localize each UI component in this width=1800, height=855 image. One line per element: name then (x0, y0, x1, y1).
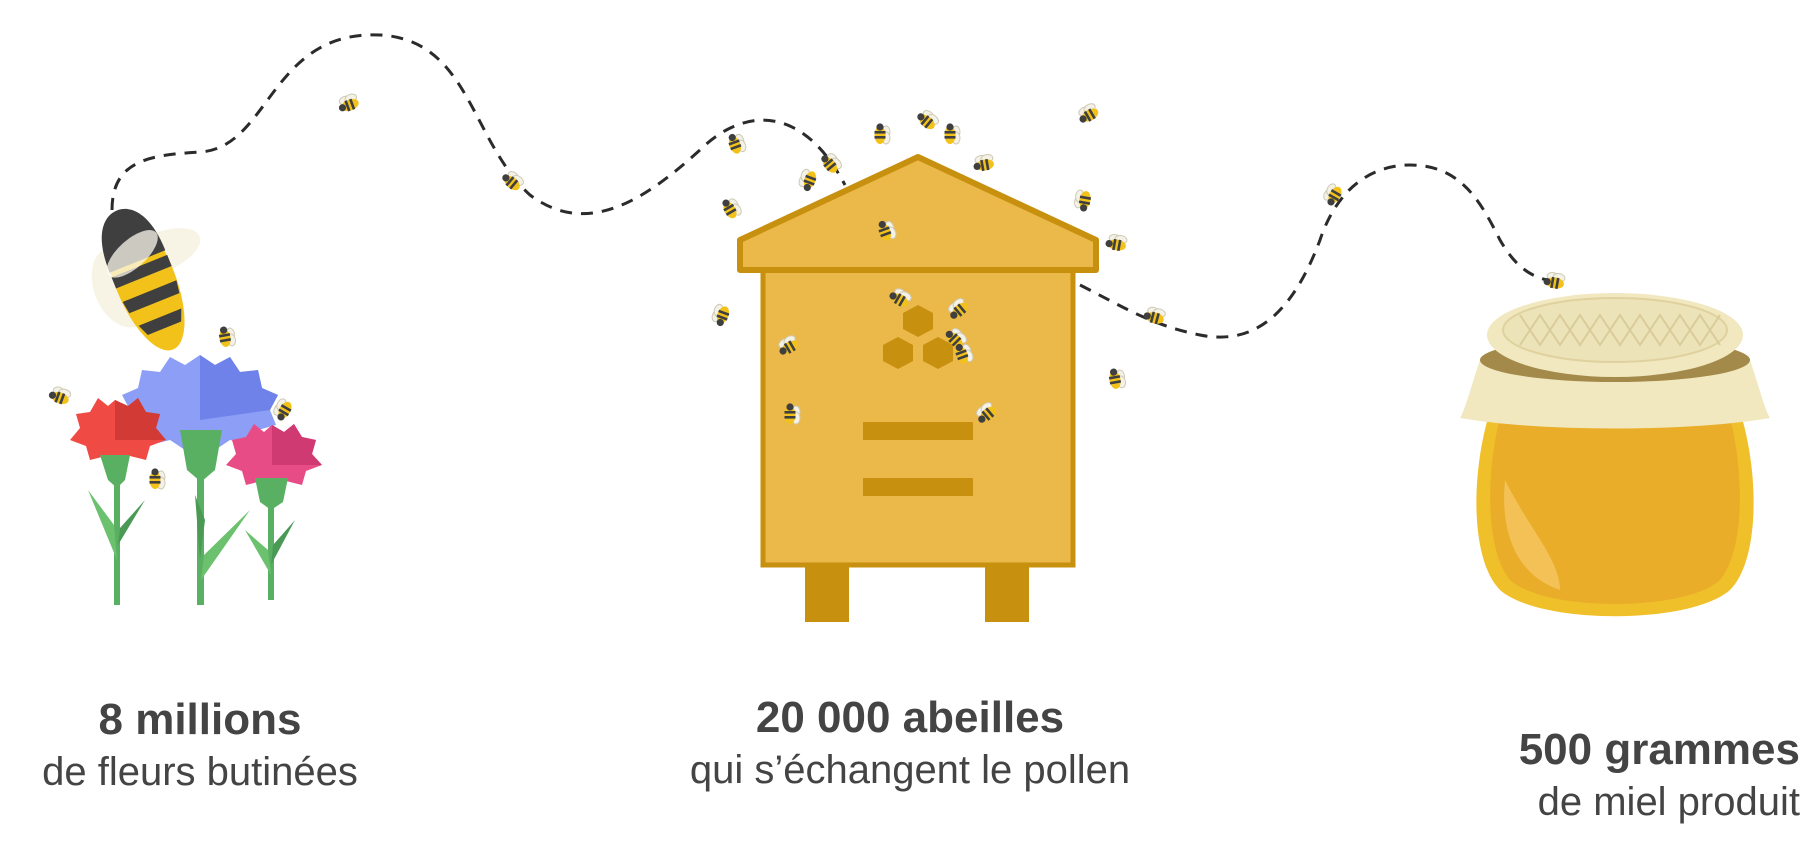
bee-icon (1141, 304, 1167, 327)
bee-icon (1104, 232, 1129, 253)
bee-icon (46, 384, 73, 407)
stat-value: 8 millions (98, 695, 302, 744)
beehive-icon (737, 154, 1099, 622)
stat-value: 500 grammes (1518, 725, 1800, 774)
bee-icon (335, 92, 361, 115)
bee-icon (217, 324, 237, 349)
bee-icon (1542, 270, 1567, 291)
stat-description: de miel produit (1537, 780, 1800, 824)
bee-icon (725, 130, 748, 156)
stat-description: de fleurs butinées (42, 750, 358, 794)
bee-icon (1074, 101, 1102, 127)
bee-icon (718, 194, 744, 222)
bee-icon (1072, 188, 1093, 213)
bee-icon (914, 106, 941, 133)
bee-icon (149, 467, 166, 490)
bee-icon (784, 402, 801, 425)
bee-icon (1320, 181, 1345, 209)
flower-bouquet-icon (70, 355, 322, 605)
stat-honey: 500 grammes de miel produit (1420, 722, 1800, 827)
bee-icon (91, 208, 201, 351)
bee-icon (499, 167, 526, 194)
stat-value: 20 000 abeilles (755, 693, 1065, 742)
bee-icon (944, 122, 961, 145)
stat-flowers: 8 millions de fleurs butinées (0, 692, 400, 797)
bee-icon (817, 149, 844, 176)
stat-bees: 20 000 abeilles qui s’échangent le polle… (600, 690, 1220, 795)
bee-icon (796, 167, 819, 194)
honey-jar-icon (1460, 293, 1770, 617)
bee-icon (1107, 366, 1127, 391)
bee-icon (709, 302, 732, 329)
bee-icon (874, 122, 891, 145)
bee-icon (971, 153, 996, 173)
stat-description: qui s’échangent le pollen (689, 748, 1131, 792)
